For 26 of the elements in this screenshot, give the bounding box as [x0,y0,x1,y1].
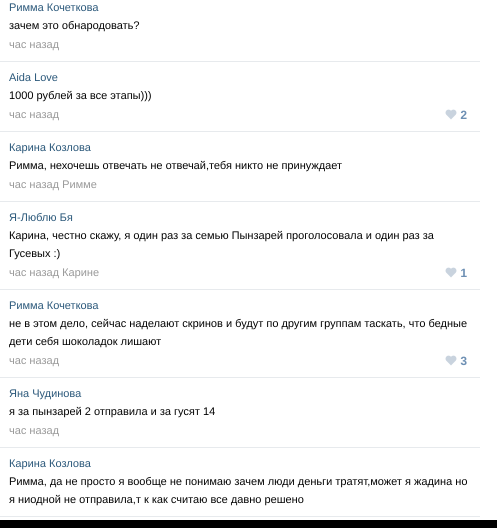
author-name[interactable]: Я-Люблю Бя [9,210,73,227]
comment-text: я за пынзарей 2 отправила и за гусят 14 [9,405,216,420]
comment-text: зачем это обнародовать? [9,19,140,34]
author-name[interactable]: Карина Козлова [9,140,91,157]
heart-icon [445,355,458,366]
author-name[interactable]: Римма Кочеткова [9,298,98,315]
author-name[interactable]: Карина Козлова [9,456,91,473]
like-button[interactable]: 1 [445,266,471,280]
comment-time[interactable]: час назад [9,38,60,50]
comment-time[interactable]: час назад Римме [9,178,97,190]
author-name[interactable]: Римма Кочеткова [9,0,98,17]
comment-time[interactable]: час назад [9,354,60,366]
comment-text: Карина, честно скажу, я один раз за семью Пынзарей проголосовала и один раз за Гусевых :) [9,229,435,262]
like-button[interactable]: 2 [445,108,471,122]
comment-text: Римма, да не просто я вообще не понимаю зачем люди деньги тратят,может я жадина но я ниодной не отправила,т к как считаю все давно решено [9,475,468,508]
like-button[interactable]: 3 [445,354,471,368]
comment-time[interactable]: час назад Карине [9,266,100,278]
author-name[interactable]: Aida Love [9,70,58,87]
comment-text: Римма, нехочешь отвечать не отвечай,тебя никто не принуждает [9,159,344,174]
heart-icon [445,267,458,278]
heart-icon [445,109,458,120]
comment-text: 1000 рублей за все этапы))) [9,89,153,104]
comment-text: не в этом дело, сейчас наделают скринов и будут по другим группам таскать, что бедные дети себя шоколадок лишают [9,317,468,350]
comment-time[interactable]: час назад [9,424,60,436]
author-name[interactable]: Яна Чудинова [9,386,82,403]
comment-time[interactable]: час назад [9,108,60,120]
